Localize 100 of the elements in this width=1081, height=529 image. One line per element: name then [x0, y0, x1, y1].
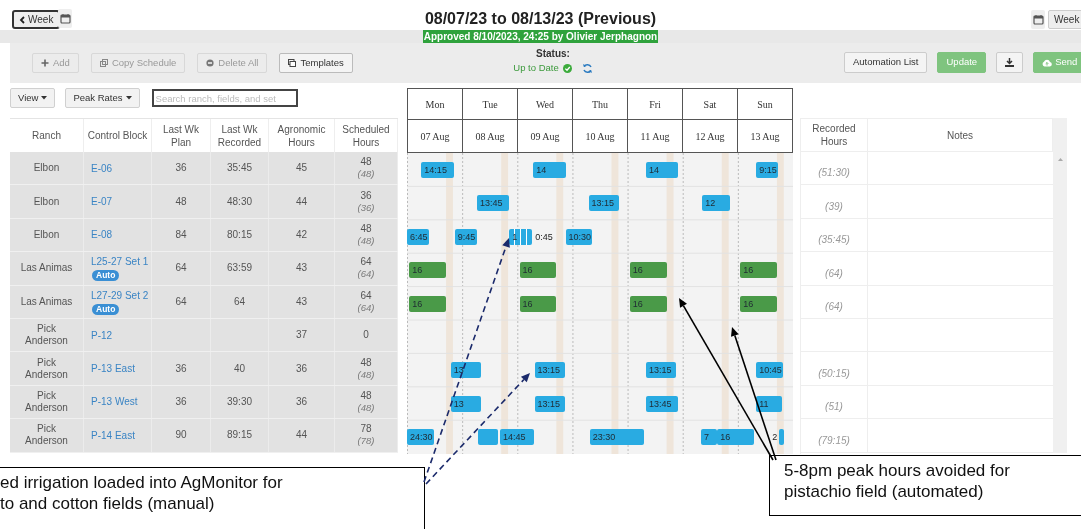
irrigation-block[interactable]: 10:30	[565, 228, 593, 245]
chevron-left-icon	[19, 15, 25, 24]
irrigation-block[interactable]: 13:15	[534, 362, 565, 379]
control-block-link[interactable]: P-13 East	[91, 362, 149, 376]
table-cell: (48)	[357, 368, 375, 381]
table-cell: 90	[175, 429, 187, 442]
irrigation-block[interactable]: 14	[533, 162, 566, 178]
table-cell: 64	[175, 262, 187, 275]
irrigation-block[interactable]: 13:15	[645, 362, 677, 379]
day-name: Thu	[591, 97, 609, 112]
control-block-link[interactable]: L25-27 Set 1 Auto	[91, 255, 149, 282]
control-block-link[interactable]: E-08	[91, 228, 149, 242]
table-cell: 0	[363, 329, 369, 342]
control-block-link[interactable]: P-13 West	[91, 395, 149, 409]
block-hours-label: 0:45	[534, 230, 553, 244]
recorded-hours: (35:45)	[818, 233, 850, 248]
table-cell: 36	[295, 362, 308, 375]
column-header: Notes	[946, 128, 974, 143]
table-cell: 43	[295, 262, 308, 275]
download-button[interactable]	[996, 52, 1024, 73]
ranch-name: Elbon	[32, 228, 61, 241]
irrigation-block[interactable]: 24:30	[407, 429, 434, 446]
irrigation-block[interactable]: 14:15	[421, 162, 455, 178]
irrigation-block[interactable]: 13	[450, 395, 481, 412]
recorded-hours: (51)	[825, 400, 843, 415]
calendar-button[interactable]	[1031, 10, 1045, 29]
approval-banner: Approved 8/10/2023, 24:25 by Olivier Jerphagnon	[422, 30, 659, 43]
week-button[interactable]: Week	[1048, 10, 1081, 29]
irrigation-block[interactable]: 13:45	[645, 395, 678, 412]
irrigation-block[interactable]: 13	[450, 362, 481, 379]
search-field[interactable]: Search ranch, fields, and set	[151, 89, 298, 107]
table-cell: 35:45	[227, 162, 252, 175]
irrigation-block[interactable]: 16	[629, 295, 667, 312]
recorded-hours: (64)	[825, 299, 843, 314]
scrollbar[interactable]	[1053, 118, 1067, 453]
irrigation-block[interactable]: 16	[519, 295, 557, 312]
irrigation-block[interactable]: 14	[645, 162, 679, 178]
table-cell: (36)	[357, 201, 375, 214]
day-name: Sun	[757, 97, 773, 112]
table-cell: 80:15	[227, 228, 252, 241]
irrigation-block[interactable]: 9:15	[756, 162, 778, 178]
auto-badge: Auto	[92, 303, 120, 315]
peak-rates-dropdown[interactable]: Peak Rates	[65, 88, 140, 108]
irrigation-block[interactable]: 9:45	[454, 228, 478, 245]
table-cell: 78	[360, 423, 372, 436]
control-block-link[interactable]: E-07	[91, 195, 149, 209]
column-header: Last Wk Recorded	[216, 122, 263, 149]
table-cell: 84	[175, 228, 187, 241]
irrigation-block[interactable]: 16	[629, 262, 667, 279]
irrigation-block[interactable]: 10:45	[756, 362, 783, 379]
irrigation-block[interactable]: 13:15	[534, 395, 565, 412]
view-dropdown[interactable]: View	[10, 88, 56, 108]
control-block-link[interactable]: P-12	[91, 328, 149, 342]
copy-icon	[288, 59, 297, 67]
ranch-name: Las Animas	[19, 262, 74, 275]
day-date: 07 Aug	[420, 129, 450, 144]
column-header: Agronomic Hours	[276, 122, 327, 149]
control-block-link[interactable]: L27-29 Set 2 Auto	[91, 288, 149, 315]
irrigation-block[interactable]: 13:45	[477, 195, 509, 212]
irrigation-block[interactable]: 13:15	[588, 195, 619, 212]
irrigation-block[interactable]: 12	[702, 195, 730, 212]
irrigation-block[interactable]: 11	[756, 395, 782, 412]
day-name: Fri	[649, 97, 661, 112]
irrigation-block[interactable]: 16	[740, 295, 777, 312]
automation-list-button[interactable]: Automation List	[844, 52, 928, 73]
recorded-hours: (50:15)	[818, 366, 850, 381]
column-header: Scheduled Hours	[341, 122, 391, 149]
irrigation-block[interactable]: 16	[409, 295, 447, 312]
control-block-link[interactable]: P-14 East	[91, 428, 149, 442]
irrigation-block[interactable]: 1	[509, 228, 533, 245]
control-block-link[interactable]: E-06	[91, 161, 149, 175]
week-back-button[interactable]: Week	[12, 10, 61, 29]
templates-button[interactable]: Templates	[279, 53, 353, 73]
irrigation-block[interactable]: 7	[701, 429, 718, 446]
annotation-box: 5-8pm peak hours avoided for pistachio field (automated)	[769, 455, 1081, 516]
recorded-hours: (39)	[825, 199, 843, 214]
calendar-button[interactable]	[58, 9, 72, 28]
table-cell: 48	[360, 222, 372, 235]
irrigation-block[interactable]: 16	[717, 429, 754, 446]
table-cell: 42	[295, 228, 308, 241]
table-cell: 44	[295, 195, 308, 208]
refresh-icon	[581, 62, 593, 74]
ranch-name: Pick Anderson	[24, 389, 69, 414]
irrigation-block[interactable]: 6:45	[407, 228, 429, 245]
table-cell: (64)	[357, 268, 375, 281]
ranch-name: Elbon	[32, 195, 61, 208]
table-cell: 48	[360, 156, 372, 169]
irrigation-block[interactable]: 23:30	[589, 429, 644, 446]
annotation-box: ed irrigation loaded into AgMonitor for to and cotton fields (manual)	[0, 467, 425, 529]
ranch-name: Pick Anderson	[24, 423, 69, 448]
recorded-hours: (79:15)	[818, 433, 850, 448]
irrigation-block[interactable]: 16	[740, 262, 777, 279]
ranch-name: Pick Anderson	[24, 323, 69, 348]
irrigation-block[interactable]: 16	[519, 262, 557, 279]
day-date: 08 Aug	[475, 129, 505, 144]
column-header: Control Block	[86, 129, 149, 142]
cloud-upload-icon	[1042, 58, 1053, 67]
table-cell: (78)	[357, 435, 375, 448]
irrigation-block[interactable]: 14:45	[500, 429, 534, 446]
irrigation-block[interactable]: 16	[409, 262, 447, 279]
